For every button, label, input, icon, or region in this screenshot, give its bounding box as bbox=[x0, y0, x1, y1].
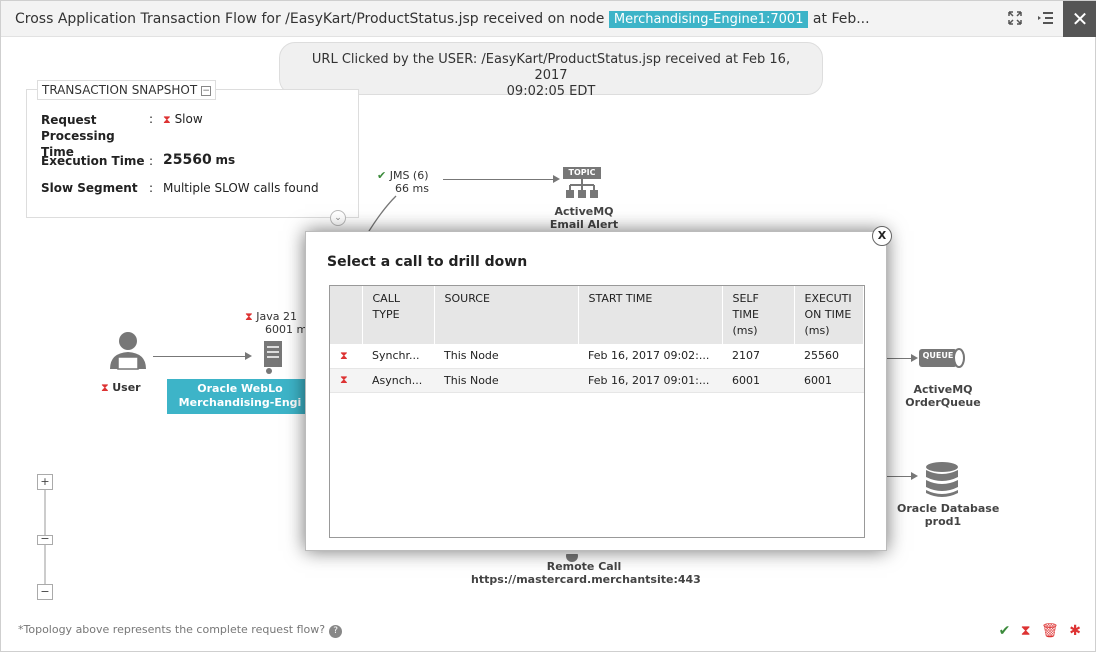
hourglass-icon[interactable]: ⧗ bbox=[1021, 623, 1031, 639]
cell-source: This Node bbox=[434, 344, 578, 369]
hourglass-icon: ⧗ bbox=[101, 381, 109, 394]
snapshot-label: Execution Time bbox=[41, 154, 145, 168]
snapshot-title-text: TRANSACTION SNAPSHOT bbox=[42, 83, 198, 97]
bug-icon[interactable]: ✱ bbox=[1069, 623, 1081, 639]
jms-call-label[interactable]: ✔ JMS (6) 66 ms bbox=[377, 169, 429, 195]
snapshot-value: 25560 ms bbox=[163, 152, 236, 168]
hourglass-icon: ⧗ bbox=[163, 113, 171, 126]
column-header-icon bbox=[330, 286, 363, 344]
modal-title: Select a call to drill down bbox=[327, 254, 528, 270]
collapse-icon[interactable]: − bbox=[201, 85, 212, 96]
drilldown-modal: Select a call to drill down X CALL TYPE … bbox=[305, 226, 892, 551]
user-arrow-line bbox=[153, 356, 245, 357]
cell-execution-time: 6001 bbox=[794, 368, 864, 393]
table-row[interactable]: ⧗ Synchr... This Node Feb 16, 2017 09:02… bbox=[330, 344, 864, 369]
table-row[interactable]: ⧗ Asynch... This Node Feb 16, 2017 09:01… bbox=[330, 368, 864, 393]
hourglass-icon: ⧗ bbox=[330, 368, 362, 393]
arrow-icon bbox=[245, 352, 252, 360]
url-line-2: 09:02:05 EDT bbox=[506, 84, 596, 99]
hourglass-icon: ⧗ bbox=[330, 344, 362, 369]
jms-arrow-line bbox=[443, 179, 553, 180]
help-icon[interactable]: ? bbox=[329, 625, 343, 638]
cell-execution-time: 25560 bbox=[794, 344, 864, 369]
app-node-chip[interactable]: Oracle WebLo Merchandising-Engi bbox=[167, 379, 313, 414]
title-suffix: at Feb... bbox=[812, 11, 870, 27]
cell-source: This Node bbox=[434, 368, 578, 393]
zoom-control: + − − bbox=[37, 474, 53, 601]
check-icon: ✔ bbox=[377, 169, 387, 182]
user-node-label: ⧗ User bbox=[101, 381, 141, 394]
snapshot-row-slow-segment: Slow Segment : Multiple SLOW calls found bbox=[41, 181, 319, 195]
modal-close-button[interactable]: X bbox=[872, 226, 892, 246]
queue-icon[interactable]: QUEUE bbox=[919, 347, 965, 373]
cell-self-time: 6001 bbox=[722, 368, 794, 393]
cell-self-time: 2107 bbox=[722, 344, 794, 369]
arrow-icon bbox=[911, 354, 918, 362]
cell-call-type: Asynch... bbox=[362, 368, 434, 393]
app-server-icon[interactable] bbox=[259, 341, 287, 379]
snapshot-row-processing: Request Processing Time : ⧗ Slow bbox=[41, 112, 203, 159]
ok-icon[interactable]: ✔ bbox=[999, 623, 1011, 639]
snapshot-label: Request Processing Time bbox=[41, 113, 115, 159]
db-arrow-line bbox=[887, 476, 911, 477]
zoom-in-button[interactable]: + bbox=[37, 474, 53, 490]
column-header-self-time[interactable]: SELF TIME (ms) bbox=[722, 286, 795, 344]
cell-start-time: Feb 16, 2017 09:02:... bbox=[578, 344, 722, 369]
snapshot-title: TRANSACTION SNAPSHOT − bbox=[37, 80, 217, 100]
trash-icon[interactable]: 🗑 bbox=[1041, 623, 1059, 639]
node-chip[interactable]: Merchandising-Engine1:7001 bbox=[608, 11, 809, 28]
column-header-execution-time[interactable]: EXECUTI ON TIME (ms) bbox=[794, 286, 864, 344]
column-header-source[interactable]: SOURCE bbox=[434, 286, 579, 344]
close-window-button[interactable]: ✕ bbox=[1063, 1, 1096, 37]
cell-start-time: Feb 16, 2017 09:01:... bbox=[578, 368, 722, 393]
snapshot-value: ⧗ Slow bbox=[163, 112, 203, 126]
url-info-box: URL Clicked by the USER: /EasyKart/Produ… bbox=[279, 42, 823, 99]
status-legend: ✔ ⧗ 🗑 ✱ bbox=[993, 623, 1081, 639]
expand-icon[interactable] bbox=[1007, 11, 1023, 27]
column-header-start-time[interactable]: START TIME bbox=[578, 286, 723, 344]
arrow-icon bbox=[911, 472, 918, 480]
title-prefix: Cross Application Transaction Flow for /… bbox=[15, 11, 605, 27]
topology-note-text: *Topology above represents the complete … bbox=[18, 623, 326, 636]
snapshot-label: Slow Segment bbox=[41, 181, 138, 195]
arrow-icon bbox=[553, 175, 560, 183]
transaction-snapshot-panel: TRANSACTION SNAPSHOT − Request Processing… bbox=[26, 80, 359, 218]
zoom-out-button[interactable]: − bbox=[37, 584, 53, 600]
app-window: Cross Application Transaction Flow for /… bbox=[0, 0, 1096, 652]
topic-icon[interactable]: TOPIC bbox=[563, 167, 601, 203]
menu-icon[interactable] bbox=[1038, 11, 1054, 27]
remote-call-node-label: Remote Call https://mastercard.merchants… bbox=[471, 560, 701, 586]
snapshot-value: Multiple SLOW calls found bbox=[163, 181, 319, 195]
topic-node-label: ActiveMQ Email Alert bbox=[549, 205, 619, 231]
window-title: Cross Application Transaction Flow for /… bbox=[15, 11, 870, 28]
zoom-slider-handle[interactable]: − bbox=[37, 533, 53, 545]
column-header-call-type[interactable]: CALL TYPE bbox=[362, 286, 435, 344]
database-node-label: Oracle Database prod1 bbox=[897, 502, 1000, 528]
url-line-1: URL Clicked by the USER: /EasyKart/Produ… bbox=[311, 52, 791, 83]
calls-table: CALL TYPE SOURCE START TIME SELF TIME (m… bbox=[329, 285, 865, 538]
user-icon[interactable] bbox=[105, 331, 151, 375]
cell-call-type: Synchr... bbox=[362, 344, 434, 369]
queue-node-label: ActiveMQ OrderQueue bbox=[905, 383, 981, 409]
snapshot-row-execution: Execution Time : 25560 ms bbox=[41, 152, 236, 168]
queue-arrow-line bbox=[887, 358, 911, 359]
topology-note: *Topology above represents the complete … bbox=[18, 623, 343, 638]
table-header-row: CALL TYPE SOURCE START TIME SELF TIME (m… bbox=[330, 286, 864, 344]
database-icon[interactable] bbox=[925, 461, 959, 503]
title-bar: Cross Application Transaction Flow for /… bbox=[1, 1, 1096, 37]
java-call-label[interactable]: ⧗ Java 21 6001 m bbox=[245, 310, 307, 336]
hourglass-icon: ⧗ bbox=[245, 310, 253, 323]
